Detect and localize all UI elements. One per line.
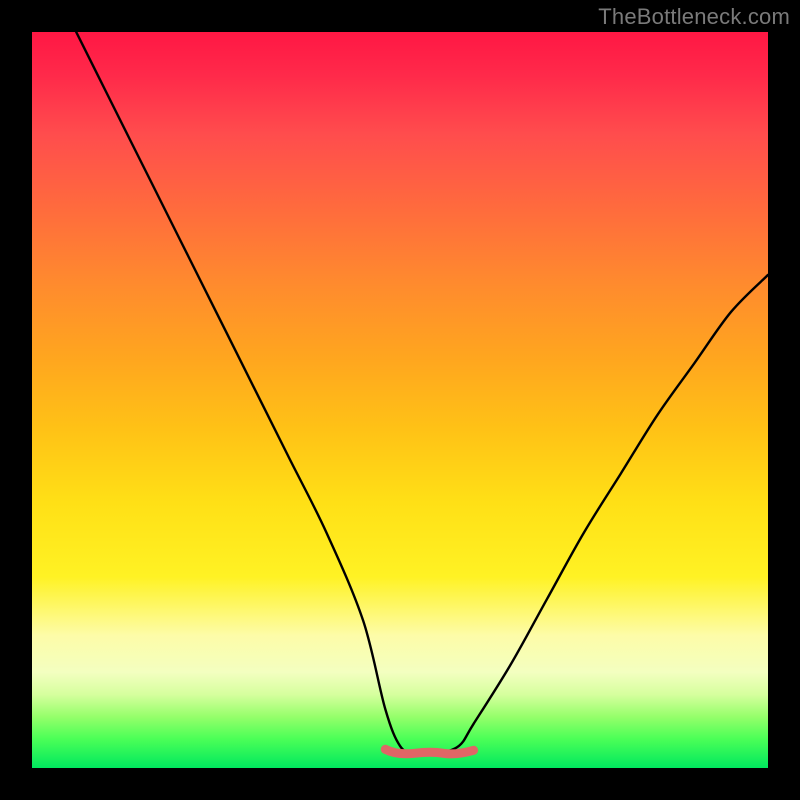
valley-marker [385,749,473,754]
chart-frame: TheBottleneck.com [0,0,800,800]
v-curve-path [76,32,768,754]
v-curve-svg [32,32,768,768]
plot-area [32,32,768,768]
watermark-text: TheBottleneck.com [598,4,790,30]
